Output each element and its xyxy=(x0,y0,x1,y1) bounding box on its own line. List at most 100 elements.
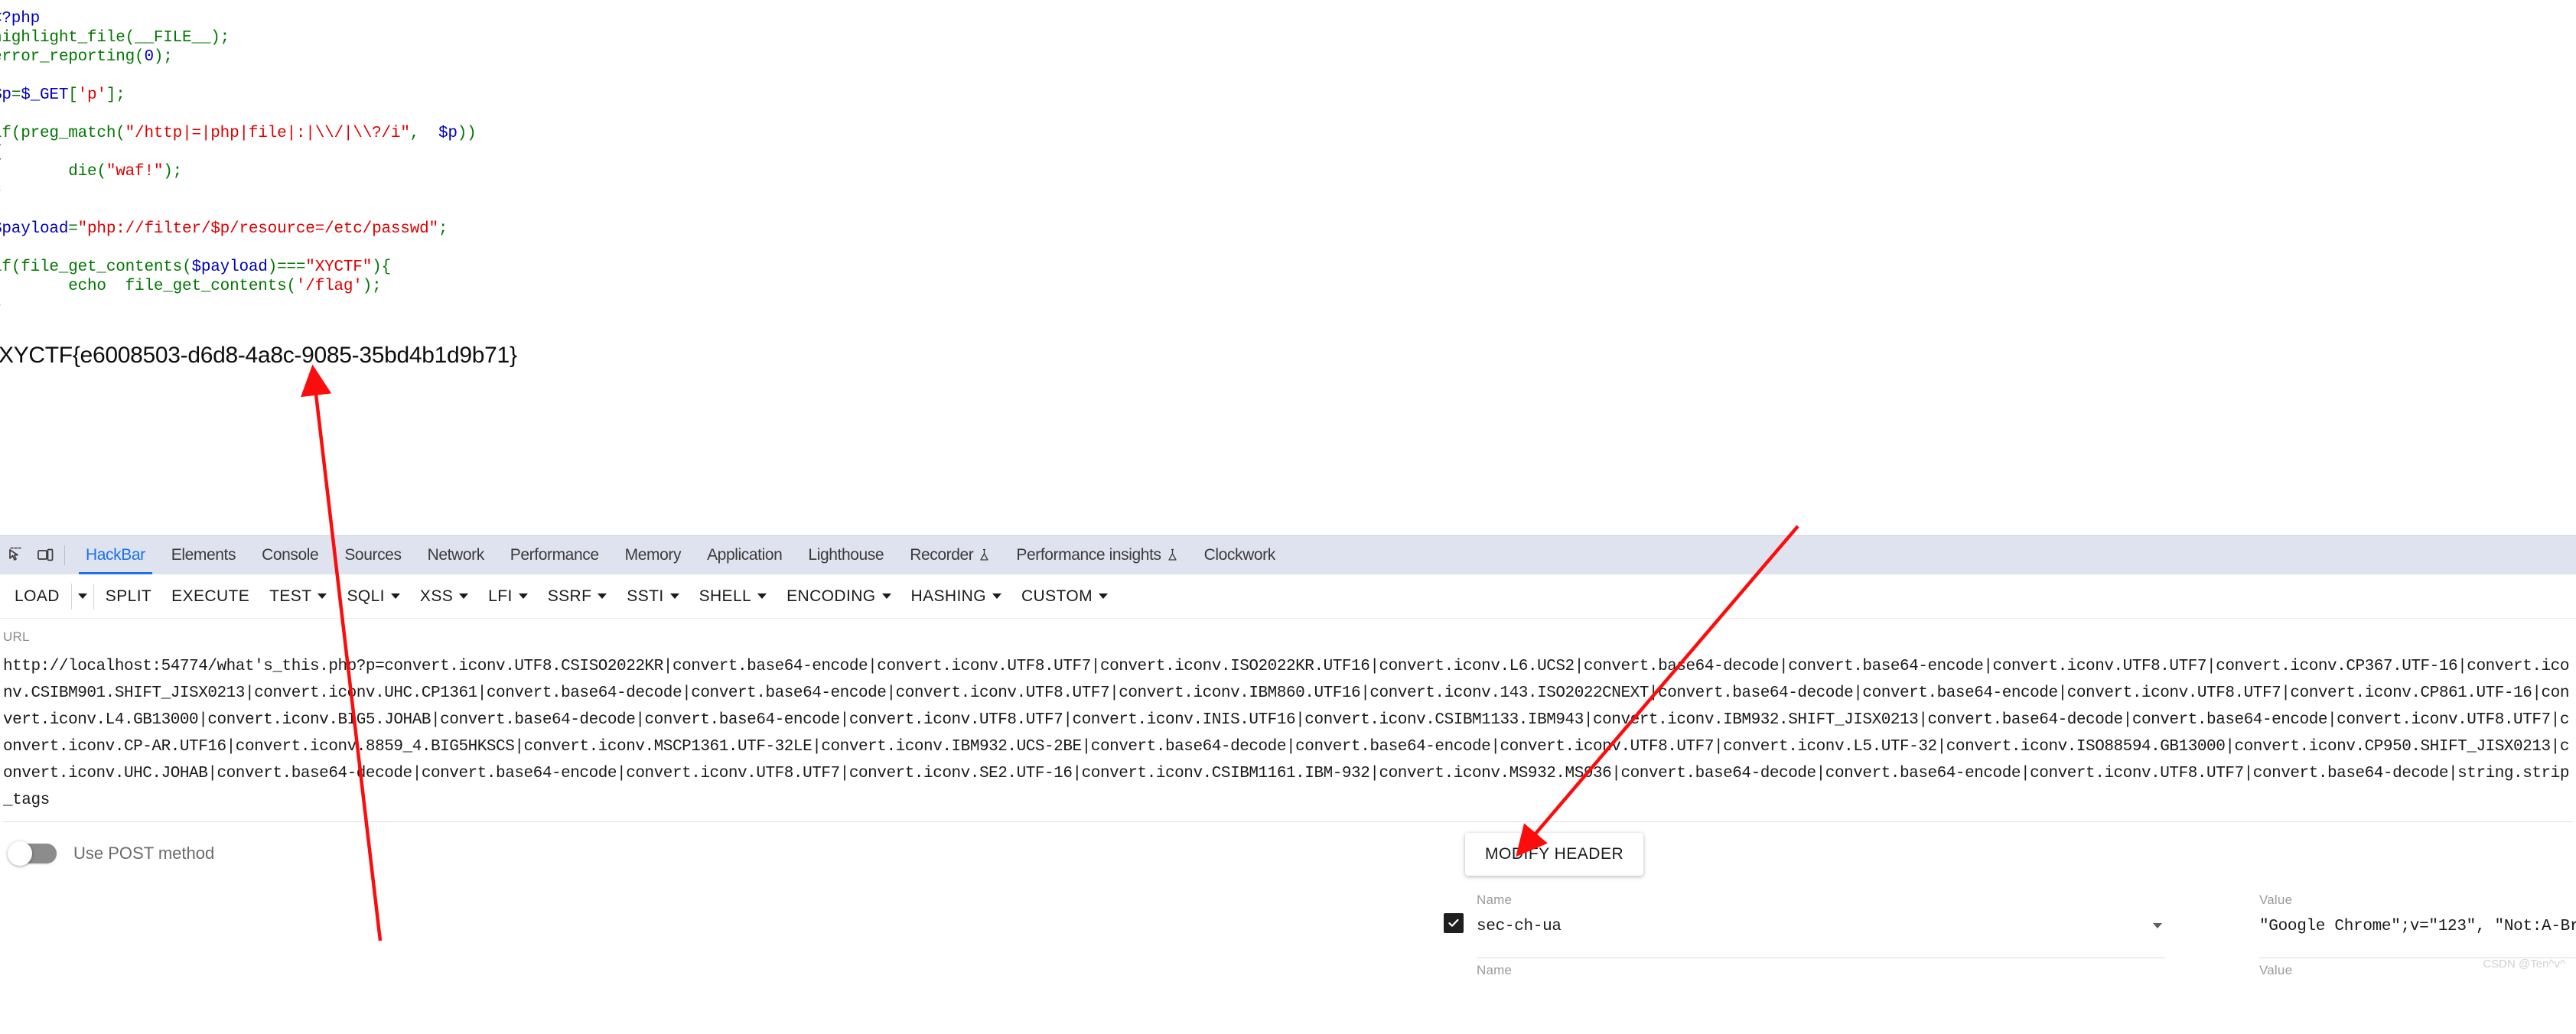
devtools-tab-clockwork[interactable]: Clockwork xyxy=(1191,536,1288,574)
flag-output-text: XYCTF{e6008503-d6d8-4a8c-9085-35bd4b1d9b… xyxy=(0,343,517,368)
devtools-tab-sources[interactable]: Sources xyxy=(331,536,414,574)
hackbar-button-label: EXECUTE xyxy=(171,587,250,605)
hackbar-button-sqli[interactable]: SQLI xyxy=(337,580,409,613)
devtools-tab-label: Sources xyxy=(344,546,402,564)
watermark-text: CSDN @Ten^v^ xyxy=(2483,958,2565,971)
devtools-panel: HackBar Elements Console Sources Network Perf… xyxy=(0,535,2576,1034)
hackbar-button-shell[interactable]: SHELL xyxy=(689,580,777,613)
device-toolbar-icon[interactable] xyxy=(32,542,58,568)
hackbar-button-label: HASHING xyxy=(910,587,986,605)
devtools-tab-label: Lighthouse xyxy=(808,546,884,564)
header-name-field[interactable]: Name xyxy=(1477,963,2165,1006)
url-input[interactable]: http://localhost:54774/what's_this.php?p… xyxy=(3,653,2574,814)
chevron-down-icon[interactable] xyxy=(992,593,1001,599)
hackbar-button-label: LOAD xyxy=(15,587,60,605)
modify-header-button[interactable]: MODIFY HEADER xyxy=(1465,833,1644,876)
hackbar-button-label: SPLIT xyxy=(105,587,152,605)
chevron-down-icon[interactable] xyxy=(459,593,469,599)
hackbar-button-label: CUSTOM xyxy=(1021,587,1093,605)
php-source-code: <?php highlight_file(__FILE__); error_re… xyxy=(0,10,477,314)
devtools-tab-lighthouse[interactable]: Lighthouse xyxy=(795,536,897,574)
hackbar-button-label: SSRF xyxy=(547,587,592,605)
hackbar-button-ssti[interactable]: SSTI xyxy=(617,580,689,613)
header-name-label: Name xyxy=(1477,893,1513,907)
header-value-input[interactable]: "Google Chrome";v="123", "Not:A-Bra xyxy=(2259,918,2576,935)
hackbar-button-label: SSTI xyxy=(627,587,664,605)
hackbar-button-encoding[interactable]: ENCODING xyxy=(777,580,900,613)
devtools-tab-label: Network xyxy=(427,546,485,564)
chevron-down-icon[interactable] xyxy=(390,593,400,599)
devtools-tab-recorder[interactable]: Recorder xyxy=(897,536,1003,574)
devtools-tab-label: Console xyxy=(262,546,319,564)
devtools-tab-label: Memory xyxy=(624,546,682,564)
hackbar-button-lfi[interactable]: LFI xyxy=(478,580,538,613)
hackbar-button-label: ENCODING xyxy=(786,587,876,605)
header-value-input[interactable] xyxy=(2259,988,2576,1006)
hackbar-button-execute[interactable]: EXECUTE xyxy=(161,580,259,613)
header-name-input[interactable]: sec-ch-ua xyxy=(1477,918,2165,935)
hackbar-button-label: SQLI xyxy=(347,587,385,605)
hackbar-button-custom[interactable]: CUSTOM xyxy=(1011,580,1118,613)
chevron-down-icon[interactable] xyxy=(757,593,767,599)
php-source-pane: <?php highlight_file(__FILE__); error_re… xyxy=(0,0,2576,535)
hackbar-button-load[interactable]: LOAD xyxy=(5,580,70,613)
devtools-tab-label: Performance xyxy=(510,546,599,564)
hackbar-toolbar-divider xyxy=(70,583,72,610)
devtools-tab-label: Elements xyxy=(171,546,236,564)
chevron-down-icon[interactable] xyxy=(881,593,891,599)
hackbar-button-label: TEST xyxy=(269,587,312,605)
devtools-tab-elements[interactable]: Elements xyxy=(158,536,249,574)
header-name-field[interactable]: Name sec-ch-ua xyxy=(1444,893,2165,935)
chevron-down-icon[interactable] xyxy=(669,593,679,599)
devtools-tab-label: Clockwork xyxy=(1203,546,1276,564)
hackbar-button-label: XSS xyxy=(419,587,454,605)
modify-header-button-label: MODIFY HEADER xyxy=(1485,845,1624,863)
tabstrip-divider xyxy=(64,545,65,565)
hackbar-toolbar: LOAD SPLIT EXECUTE TEST SQLI XSS LFI SSRF SSTI SH… xyxy=(0,574,2576,619)
devtools-tab-label: Performance insights xyxy=(1016,546,1161,564)
hackbar-button-test[interactable]: TEST xyxy=(259,580,337,613)
hackbar-button-ssrf[interactable]: SSRF xyxy=(538,580,617,613)
header-rows-list: Name sec-ch-ua Value "Google Chrome";v="123… xyxy=(1444,893,2576,1033)
experimental-flask-icon xyxy=(1167,538,1178,576)
header-value-label: Value xyxy=(2259,893,2293,907)
hackbar-button-label: SHELL xyxy=(699,587,752,605)
header-row: Name sec-ch-ua Value "Google Chrome";v="123… xyxy=(1444,893,2576,963)
toggle-switch-track[interactable] xyxy=(8,841,57,866)
request-options-row: Use POST method MODIFY HEADER Name sec-ch… xyxy=(0,822,2576,977)
devtools-tab-application[interactable]: Application xyxy=(694,536,795,574)
header-enabled-checkbox[interactable] xyxy=(1444,913,1464,933)
devtools-tabstrip: HackBar Elements Console Sources Network Perf… xyxy=(0,536,2576,574)
hackbar-button-label: LFI xyxy=(488,587,513,605)
header-name-input[interactable] xyxy=(1477,988,2165,1006)
devtools-tab-hackbar[interactable]: HackBar xyxy=(73,536,158,574)
devtools-tab-network[interactable]: Network xyxy=(415,536,497,574)
use-post-method-label: Use POST method xyxy=(73,844,215,863)
inspect-element-icon[interactable] xyxy=(3,542,29,568)
chevron-down-icon[interactable] xyxy=(1099,593,1108,599)
devtools-tab-label: Recorder xyxy=(910,546,974,564)
devtools-tab-label: Application xyxy=(707,546,783,564)
chevron-down-icon[interactable] xyxy=(2153,923,2162,928)
use-post-method-toggle[interactable]: Use POST method xyxy=(8,841,215,866)
chevron-down-icon[interactable] xyxy=(518,593,528,599)
devtools-tab-label: HackBar xyxy=(86,546,145,564)
chevron-down-icon xyxy=(77,593,87,599)
devtools-tab-memory[interactable]: Memory xyxy=(612,536,694,574)
hackbar-toolbar-divider xyxy=(93,583,94,610)
experimental-flask-icon xyxy=(979,538,990,576)
header-value-field[interactable]: Value "Google Chrome";v="123", "Not:A-Bra xyxy=(2259,893,2576,935)
url-field-label: URL xyxy=(3,629,30,644)
devtools-tab-performance[interactable]: Performance xyxy=(497,536,612,574)
chevron-down-icon[interactable] xyxy=(318,593,327,599)
toggle-switch-knob xyxy=(8,841,32,866)
hackbar-button-hashing[interactable]: HASHING xyxy=(901,580,1011,613)
hackbar-button-xss[interactable]: XSS xyxy=(410,580,478,613)
hackbar-load-dropdown-button[interactable] xyxy=(73,580,92,613)
url-section: URL http://localhost:54774/what's_this.p… xyxy=(0,619,2576,822)
header-row: Name Value xyxy=(1477,963,2576,1033)
chevron-down-icon[interactable] xyxy=(598,593,607,599)
devtools-tab-performance-insights[interactable]: Performance insights xyxy=(1003,536,1190,574)
devtools-tab-console[interactable]: Console xyxy=(249,536,331,574)
hackbar-button-split[interactable]: SPLIT xyxy=(96,580,161,613)
